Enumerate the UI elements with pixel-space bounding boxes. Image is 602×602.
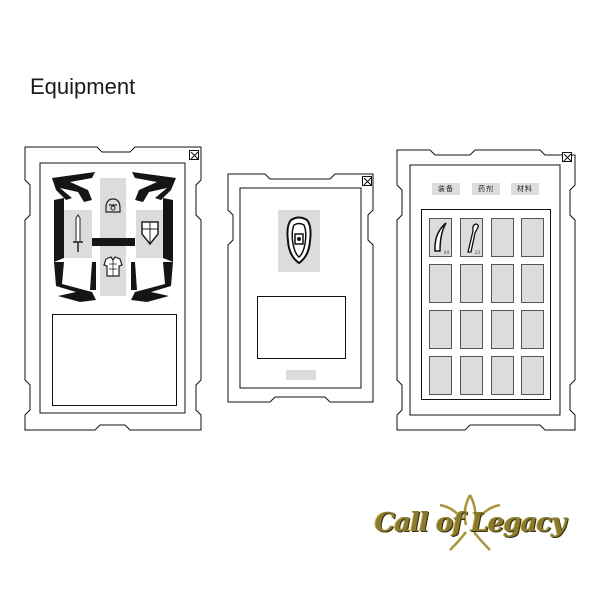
inventory-cell[interactable] bbox=[521, 310, 544, 349]
inventory-cell[interactable] bbox=[491, 356, 514, 395]
armor-icon bbox=[103, 256, 123, 277]
shield-icon bbox=[141, 221, 159, 246]
detail-description-box bbox=[257, 296, 346, 359]
inventory-cell[interactable] bbox=[429, 264, 452, 303]
inventory-cell[interactable] bbox=[460, 310, 483, 349]
sword-icon bbox=[73, 214, 83, 252]
inventory-cell[interactable] bbox=[491, 310, 514, 349]
game-logo: Call of Legacy bbox=[370, 490, 570, 560]
inventory-cell[interactable] bbox=[491, 264, 514, 303]
helmet-icon bbox=[105, 198, 121, 213]
logo-text: Call of Legacy bbox=[374, 508, 567, 538]
item-quantity: 04 bbox=[443, 250, 449, 255]
inventory-cell[interactable] bbox=[460, 356, 483, 395]
tab-materials[interactable]: 材料 bbox=[511, 183, 539, 195]
inventory-cell[interactable] bbox=[429, 310, 452, 349]
equipment-description-box bbox=[52, 314, 177, 406]
tab-potions[interactable]: 药剂 bbox=[472, 183, 500, 195]
detail-action-button[interactable] bbox=[286, 370, 316, 380]
tab-equipment[interactable]: 装备 bbox=[432, 183, 460, 195]
ornate-shield-icon bbox=[286, 216, 312, 265]
inventory-cell[interactable] bbox=[429, 356, 452, 395]
inventory-cell[interactable] bbox=[521, 264, 544, 303]
inventory-cell[interactable] bbox=[460, 264, 483, 303]
inventory-cell[interactable] bbox=[491, 218, 514, 257]
item-quantity: 23 bbox=[474, 250, 480, 255]
inventory-cell[interactable] bbox=[521, 218, 544, 257]
inventory-cell[interactable]: 04 bbox=[429, 218, 452, 257]
inventory-cell[interactable]: 23 bbox=[460, 218, 483, 257]
inventory-cell[interactable] bbox=[521, 356, 544, 395]
